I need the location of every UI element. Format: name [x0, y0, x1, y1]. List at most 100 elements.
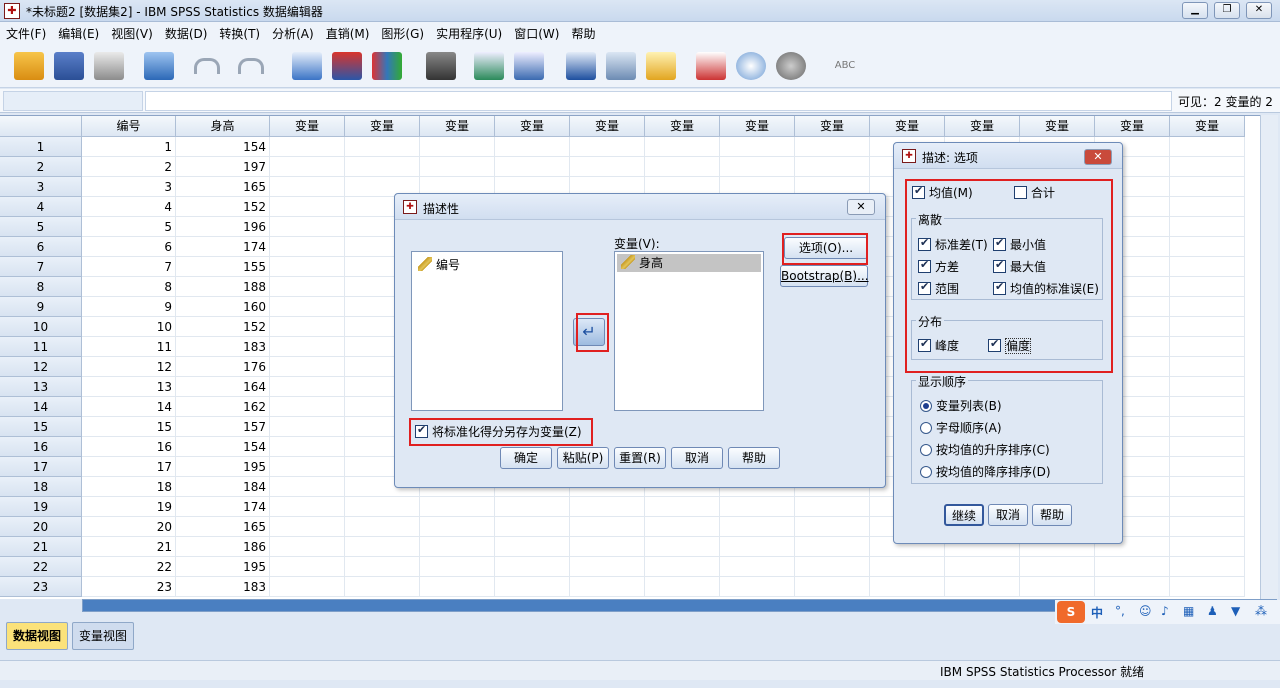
table-cell[interactable]	[1170, 497, 1245, 517]
help-button[interactable]: 帮助	[728, 447, 780, 469]
table-cell[interactable]	[420, 537, 495, 557]
row-header[interactable]: 16	[0, 437, 82, 457]
row-header[interactable]: 23	[0, 577, 82, 597]
table-cell[interactable]	[270, 577, 345, 597]
column-header[interactable]: 编号	[82, 116, 176, 137]
table-cell[interactable]	[720, 577, 795, 597]
save-icon[interactable]	[54, 52, 84, 80]
table-cell[interactable]: 5	[82, 217, 176, 237]
table-cell[interactable]	[1170, 357, 1245, 377]
table-cell[interactable]: 165	[176, 177, 270, 197]
table-cell[interactable]	[495, 557, 570, 577]
menu-graphs[interactable]: 图形(G)	[375, 22, 430, 45]
table-cell[interactable]	[645, 497, 720, 517]
table-cell[interactable]: 196	[176, 217, 270, 237]
column-header[interactable]: 变量	[345, 116, 420, 137]
table-cell[interactable]	[570, 517, 645, 537]
minimize-button[interactable]: ▁	[1182, 2, 1208, 19]
menu-utilities[interactable]: 实用程序(U)	[430, 22, 508, 45]
table-cell[interactable]: 20	[82, 517, 176, 537]
table-cell[interactable]: 1	[82, 137, 176, 157]
table-cell[interactable]	[1020, 557, 1095, 577]
row-header[interactable]: 4	[0, 197, 82, 217]
table-cell[interactable]	[1170, 177, 1245, 197]
table-cell[interactable]: 152	[176, 197, 270, 217]
ime-keyboard-icon[interactable]: ▦	[1183, 604, 1194, 618]
table-cell[interactable]	[795, 157, 870, 177]
row-header[interactable]: 17	[0, 457, 82, 477]
table-cell[interactable]	[420, 137, 495, 157]
table-cell[interactable]: 7	[82, 257, 176, 277]
table-cell[interactable]	[795, 557, 870, 577]
table-cell[interactable]	[270, 157, 345, 177]
table-cell[interactable]	[270, 477, 345, 497]
row-header[interactable]: 10	[0, 317, 82, 337]
column-header[interactable]: 变量	[720, 116, 795, 137]
table-cell[interactable]: 165	[176, 517, 270, 537]
row-header[interactable]: 8	[0, 277, 82, 297]
table-cell[interactable]: 16	[82, 437, 176, 457]
ime-punct-icon[interactable]: °,	[1115, 604, 1125, 618]
table-cell[interactable]	[870, 557, 945, 577]
maximize-button[interactable]: ❐	[1214, 2, 1240, 19]
table-cell[interactable]	[645, 517, 720, 537]
cell-value-field[interactable]	[145, 91, 1172, 111]
range-checkbox[interactable]: 范围	[918, 280, 959, 297]
table-cell[interactable]	[495, 517, 570, 537]
table-cell[interactable]	[270, 517, 345, 537]
table-cell[interactable]	[1170, 557, 1245, 577]
table-cell[interactable]: 184	[176, 477, 270, 497]
table-cell[interactable]	[420, 157, 495, 177]
table-cell[interactable]	[1095, 557, 1170, 577]
table-cell[interactable]: 13	[82, 377, 176, 397]
goto-case-icon[interactable]	[292, 52, 322, 80]
menu-window[interactable]: 窗口(W)	[508, 22, 565, 45]
table-cell[interactable]	[1170, 337, 1245, 357]
menu-direct-marketing[interactable]: 直销(M)	[320, 22, 376, 45]
split-file-icon[interactable]	[566, 52, 596, 80]
ime-language-toggle[interactable]: 中	[1091, 604, 1103, 621]
table-cell[interactable]	[270, 137, 345, 157]
std-checkbox[interactable]: 标准差(T)	[918, 236, 988, 253]
table-cell[interactable]: 15	[82, 417, 176, 437]
table-cell[interactable]	[570, 577, 645, 597]
table-cell[interactable]: 157	[176, 417, 270, 437]
row-header[interactable]: 9	[0, 297, 82, 317]
table-cell[interactable]	[270, 277, 345, 297]
value-labels-icon[interactable]	[696, 52, 726, 80]
table-cell[interactable]	[270, 357, 345, 377]
table-cell[interactable]	[1170, 477, 1245, 497]
table-cell[interactable]	[345, 517, 420, 537]
table-cell[interactable]	[1170, 517, 1245, 537]
table-cell[interactable]	[1170, 417, 1245, 437]
row-header[interactable]: 18	[0, 477, 82, 497]
table-cell[interactable]	[270, 257, 345, 277]
column-header[interactable]: 变量	[1170, 116, 1245, 137]
table-cell[interactable]: 11	[82, 337, 176, 357]
table-cell[interactable]	[570, 157, 645, 177]
menu-edit[interactable]: 编辑(E)	[52, 22, 105, 45]
table-cell[interactable]	[270, 317, 345, 337]
bootstrap-button[interactable]: Bootstrap(B)...	[780, 265, 869, 287]
help-button[interactable]: 帮助	[1032, 504, 1072, 526]
column-header[interactable]: 变量	[645, 116, 720, 137]
undo-icon[interactable]	[194, 58, 220, 74]
cell-reference-field[interactable]	[3, 91, 143, 111]
table-cell[interactable]: 174	[176, 237, 270, 257]
table-cell[interactable]	[270, 337, 345, 357]
table-cell[interactable]	[1170, 457, 1245, 477]
column-header[interactable]: 变量	[795, 116, 870, 137]
se-mean-checkbox[interactable]: 均值的标准误(E)	[993, 280, 1099, 297]
column-header[interactable]: 变量	[270, 116, 345, 137]
table-cell[interactable]: 197	[176, 157, 270, 177]
table-cell[interactable]: 154	[176, 137, 270, 157]
order-descending-means-radio[interactable]: 按均值的降序排序(D)	[920, 463, 1051, 480]
table-cell[interactable]: 186	[176, 537, 270, 557]
cancel-button[interactable]: 取消	[671, 447, 723, 469]
checkbox-checked-icon[interactable]	[993, 258, 1006, 273]
open-icon[interactable]	[14, 52, 44, 80]
checkbox-checked-icon[interactable]	[993, 236, 1006, 251]
table-cell[interactable]: 14	[82, 397, 176, 417]
tab-variable-view[interactable]: 变量视图	[72, 622, 135, 650]
table-cell[interactable]	[1170, 137, 1245, 157]
